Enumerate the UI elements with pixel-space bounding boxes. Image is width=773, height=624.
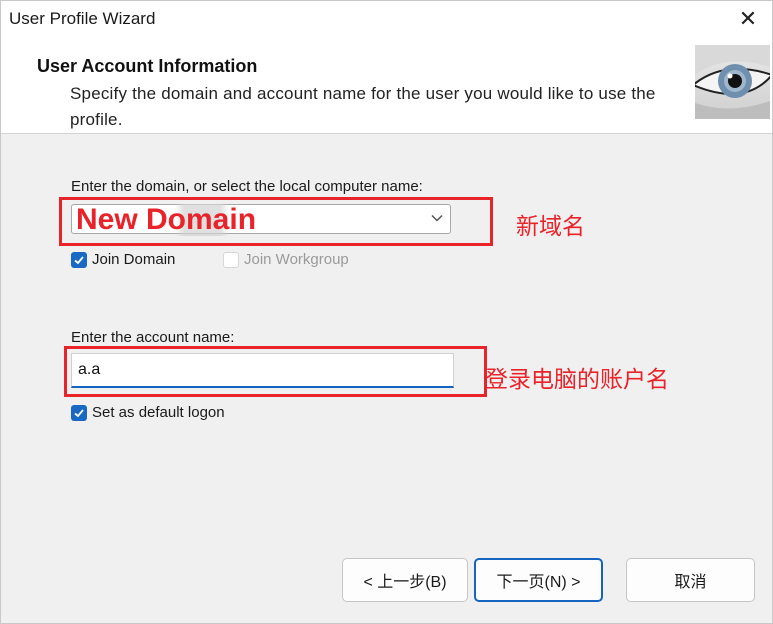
checkbox-checked-icon bbox=[71, 251, 87, 268]
wizard-window: User Profile Wizard ✕ User Account Infor… bbox=[0, 0, 773, 624]
next-button-label: 下一页(N) > bbox=[496, 574, 581, 591]
page-title: User Account Information bbox=[37, 56, 258, 76]
close-icon: ✕ bbox=[738, 6, 758, 31]
default-logon-checkbox[interactable]: Set as default logon bbox=[71, 404, 225, 421]
account-highlight-box bbox=[64, 346, 487, 397]
cancel-button-label: 取消 bbox=[674, 574, 707, 591]
domain-label: Enter the domain, or select the local co… bbox=[71, 178, 423, 195]
account-label: Enter the account name: bbox=[71, 329, 235, 346]
eye-icon bbox=[695, 45, 770, 119]
join-domain-label: Join Domain bbox=[92, 251, 176, 268]
checkbox-checked-icon bbox=[71, 404, 87, 421]
default-logon-label: Set as default logon bbox=[92, 404, 225, 421]
join-workgroup-checkbox[interactable]: Join Workgroup bbox=[223, 251, 349, 268]
close-button[interactable]: ✕ bbox=[734, 5, 762, 33]
back-button[interactable]: < 上一步(B) bbox=[342, 558, 468, 602]
window-title: User Profile Wizard bbox=[9, 9, 156, 28]
wizard-header: User Account Information Specify the dom… bbox=[1, 37, 772, 134]
join-workgroup-label: Join Workgroup bbox=[244, 251, 349, 268]
domain-highlight-box bbox=[59, 197, 493, 246]
next-button[interactable]: 下一页(N) > bbox=[474, 558, 603, 602]
checkbox-unchecked-icon bbox=[223, 251, 239, 268]
page-description: Specify the domain and account name for … bbox=[70, 84, 656, 129]
title-bar: User Profile Wizard ✕ bbox=[1, 1, 772, 37]
cancel-button[interactable]: 取消 bbox=[626, 558, 755, 602]
account-annotation: 登录电脑的账户名 bbox=[485, 367, 669, 393]
domain-annotation: 新域名 bbox=[516, 214, 585, 240]
join-domain-checkbox[interactable]: Join Domain bbox=[71, 251, 175, 268]
back-button-label: < 上一步(B) bbox=[363, 574, 447, 591]
